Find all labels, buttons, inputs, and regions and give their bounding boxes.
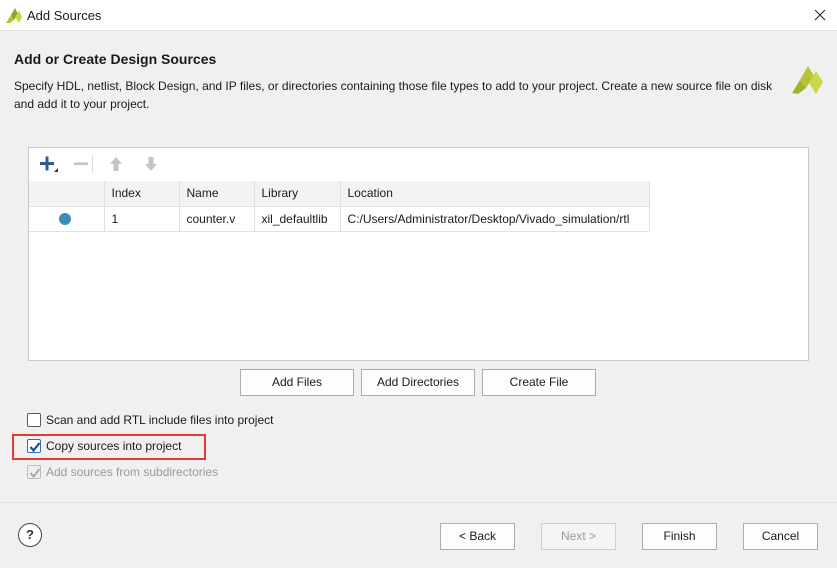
back-label: < Back [458, 529, 497, 543]
copy-sources-label: Copy sources into project [46, 439, 182, 453]
move-down-button[interactable] [140, 153, 162, 175]
page-title: Add or Create Design Sources [14, 51, 217, 67]
column-header-location[interactable]: Location [340, 181, 650, 207]
vivado-logo-icon [6, 8, 22, 23]
finish-label: Finish [663, 529, 696, 543]
page-description: Specify HDL, netlist, Block Design, and … [14, 79, 773, 111]
subdirectories-checkbox [27, 465, 41, 479]
back-button[interactable]: < Back [440, 523, 515, 550]
title-bar: Add Sources [0, 0, 837, 31]
index-cell: 1 [104, 206, 180, 232]
add-files-label: Add Files [271, 375, 323, 389]
add-files-button[interactable]: Add Files [240, 369, 354, 396]
close-icon [814, 9, 826, 21]
location-cell: C:/Users/Administrator/Desktop/Vivado_si… [340, 206, 650, 232]
cancel-button[interactable]: Cancel [743, 523, 818, 550]
scan-rtl-label: Scan and add RTL include files into proj… [46, 413, 274, 427]
cancel-label: Cancel [761, 529, 800, 543]
column-header-status[interactable] [29, 181, 105, 207]
add-directories-label: Add Directories [376, 375, 460, 389]
dialog-header: Add or Create Design Sources Specify HDL… [0, 31, 837, 129]
next-button: Next > [541, 523, 616, 550]
add-button[interactable] [37, 153, 59, 175]
library-cell: xil_defaultlib [254, 206, 341, 232]
sources-toolbar [29, 148, 808, 180]
help-icon: ? [26, 527, 34, 542]
name-cell: counter.v [179, 206, 255, 232]
vivado-logo-icon [792, 66, 823, 94]
checkmark-icon [29, 442, 41, 453]
move-up-button[interactable] [105, 153, 127, 175]
create-file-button[interactable]: Create File [482, 369, 596, 396]
checkmark-icon [29, 468, 41, 479]
sources-panel: Index Name Library Location 1 counter.v … [28, 147, 809, 361]
column-header-name[interactable]: Name [179, 181, 255, 207]
move-down-icon [145, 157, 157, 171]
status-cell [29, 206, 105, 232]
next-label: Next > [560, 529, 596, 543]
footer-divider [0, 502, 837, 503]
column-header-library[interactable]: Library [254, 181, 341, 207]
help-button[interactable]: ? [18, 523, 42, 547]
add-directories-button[interactable]: Add Directories [361, 369, 475, 396]
window-title: Add Sources [27, 8, 102, 23]
remove-icon [74, 162, 88, 165]
remove-button[interactable] [70, 153, 92, 175]
status-dot-icon [59, 213, 71, 226]
copy-sources-checkbox[interactable] [27, 439, 41, 453]
toolbar-separator [92, 155, 93, 173]
close-button[interactable] [811, 6, 829, 24]
table-row[interactable]: 1 counter.v xil_defaultlib C:/Users/Admi… [29, 206, 650, 232]
add-icon [40, 156, 58, 172]
sources-table: Index Name Library Location 1 counter.v … [29, 181, 650, 232]
column-header-index[interactable]: Index [104, 181, 180, 207]
move-up-icon [110, 157, 122, 171]
finish-button[interactable]: Finish [642, 523, 717, 550]
scan-rtl-checkbox[interactable] [27, 413, 41, 427]
subdirectories-label: Add sources from subdirectories [46, 465, 219, 479]
table-header-row: Index Name Library Location [29, 181, 650, 207]
create-file-label: Create File [509, 375, 569, 389]
